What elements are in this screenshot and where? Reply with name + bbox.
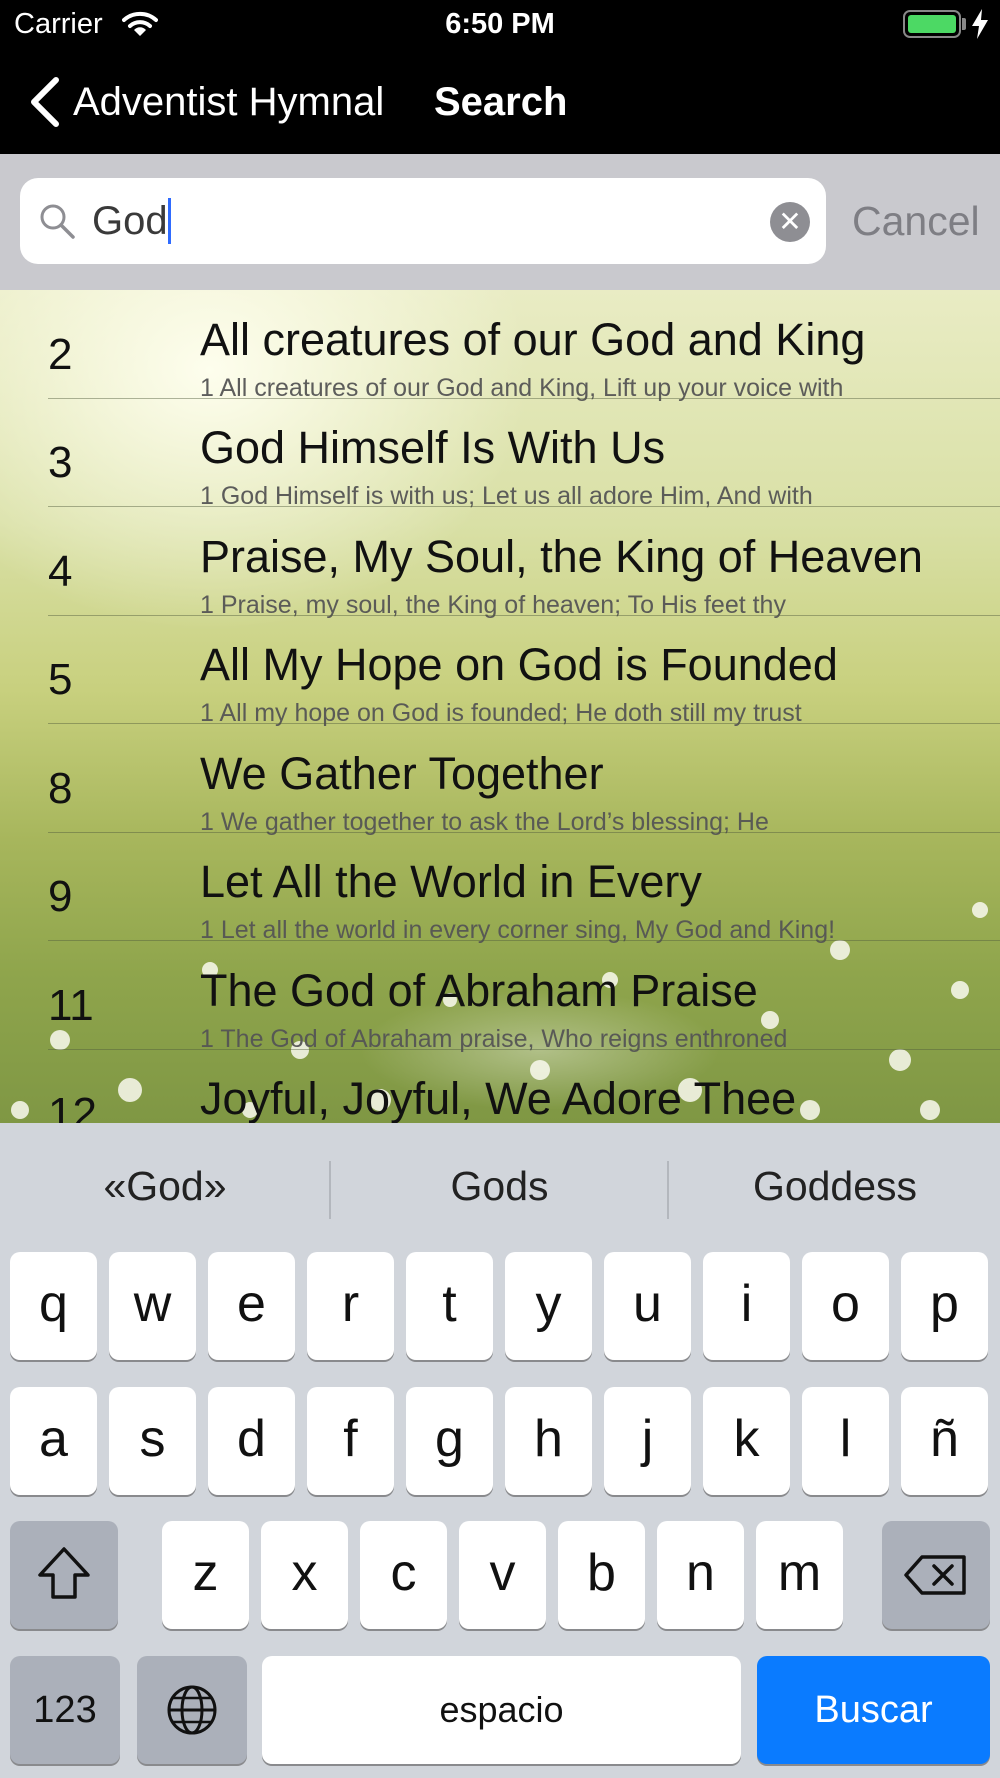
text-caret [167,198,171,244]
numbers-key[interactable]: 123 [10,1656,120,1764]
delete-icon [904,1555,966,1595]
key-letter[interactable]: c [360,1521,447,1629]
suggestion-bar: «God» Gods Goddess [0,1123,1000,1253]
hymn-number: 12 [48,1089,97,1123]
hymn-title: We Gather Together [200,748,604,799]
key-letter[interactable]: ñ [901,1387,988,1495]
search-value[interactable]: God [92,198,171,244]
key-letter[interactable]: j [604,1387,691,1495]
hymn-title: All creatures of our God and King [200,314,866,365]
space-key[interactable]: espacio [262,1656,741,1764]
hymn-title: The God of Abraham Praise [200,965,758,1016]
back-button[interactable]: Adventist Hymnal [73,80,384,125]
hymn-number: 4 [48,547,73,596]
key-letter[interactable]: d [208,1387,295,1495]
charging-bolt-icon [972,9,988,39]
shift-key[interactable] [10,1521,118,1629]
navigation-bar: Adventist Hymnal Search [0,50,1000,154]
hymn-number: 8 [48,764,73,813]
suggestion-item[interactable]: Gods [332,1163,667,1210]
page-title: Search [434,80,568,124]
key-letter[interactable]: h [505,1387,592,1495]
search-input[interactable]: God ✕ [20,178,826,264]
hymn-number: 2 [48,330,73,379]
hymn-title: All My Hope on God is Founded [200,639,838,690]
hymn-number: 9 [48,872,73,921]
key-letter[interactable]: a [10,1387,97,1495]
battery-tip [962,18,966,30]
hymn-title: Joyful, Joyful, We Adore Thee [200,1073,797,1123]
key-letter[interactable]: v [459,1521,546,1629]
key-letter[interactable]: p [901,1252,988,1360]
clear-search-icon[interactable]: ✕ [770,202,810,242]
list-item[interactable]: 4 Praise, My Soul, the King of Heaven 1 Pr… [0,507,1000,619]
results-list: 2 All creatures of our God and King 1 All … [0,290,1000,1123]
key-letter[interactable]: n [657,1521,744,1629]
key-letter[interactable]: t [406,1252,493,1360]
back-chevron-icon[interactable] [28,76,62,128]
hymn-number: 11 [48,981,94,1030]
key-letter[interactable]: k [703,1387,790,1495]
key-letter[interactable]: b [558,1521,645,1629]
suggestion-item[interactable]: «God» [0,1163,330,1210]
keyboard: «God» Gods Goddess qwertyuiop asdfghjklñ z… [0,1123,1000,1778]
suggestion-divider [667,1161,669,1219]
clock: 6:50 PM [445,8,555,40]
key-letter[interactable]: u [604,1252,691,1360]
key-letter[interactable]: w [109,1252,196,1360]
hymn-number: 5 [48,655,73,704]
key-letter[interactable]: m [756,1521,843,1629]
key-letter[interactable]: y [505,1252,592,1360]
search-bar: God ✕ Cancel [0,154,1000,290]
list-item[interactable]: 8 We Gather Together 1 We gather together … [0,724,1000,836]
hymn-number: 3 [48,438,73,487]
suggestion-item[interactable]: Goddess [670,1163,1000,1210]
hymn-title: God Himself Is With Us [200,422,666,473]
cancel-button[interactable]: Cancel [852,198,980,245]
suggestion-divider [329,1161,331,1219]
globe-key[interactable] [137,1656,247,1764]
hymn-title: Praise, My Soul, the King of Heaven [200,531,923,582]
list-item[interactable]: 11 The God of Abraham Praise 1 The God of … [0,941,1000,1053]
key-letter[interactable]: f [307,1387,394,1495]
list-item[interactable]: 5 All My Hope on God is Founded 1 All my h… [0,615,1000,727]
search-icon [40,204,75,239]
list-item[interactable]: 12 Joyful, Joyful, We Adore Thee [0,1049,1000,1123]
key-letter[interactable]: s [109,1387,196,1495]
hymn-title: Let All the World in Every [200,856,702,907]
battery-icon [903,10,961,38]
list-item[interactable]: 9 Let All the World in Every 1 Let all the… [0,832,1000,944]
key-letter[interactable]: x [261,1521,348,1629]
key-letter[interactable]: i [703,1252,790,1360]
list-item[interactable]: 3 God Himself Is With Us 1 God Himself is … [0,398,1000,510]
key-letter[interactable]: z [162,1521,249,1629]
status-bar: Carrier 6:50 PM [0,0,1000,50]
key-letter[interactable]: e [208,1252,295,1360]
key-letter[interactable]: g [406,1387,493,1495]
list-item[interactable]: 2 All creatures of our God and King 1 All … [0,290,1000,402]
key-letter[interactable]: r [307,1252,394,1360]
shift-icon [38,1547,90,1599]
globe-icon [167,1685,217,1735]
search-return-key[interactable]: Buscar [757,1656,990,1764]
key-letter[interactable]: q [10,1252,97,1360]
key-letter[interactable]: o [802,1252,889,1360]
delete-key[interactable] [882,1521,990,1629]
key-letter[interactable]: l [802,1387,889,1495]
